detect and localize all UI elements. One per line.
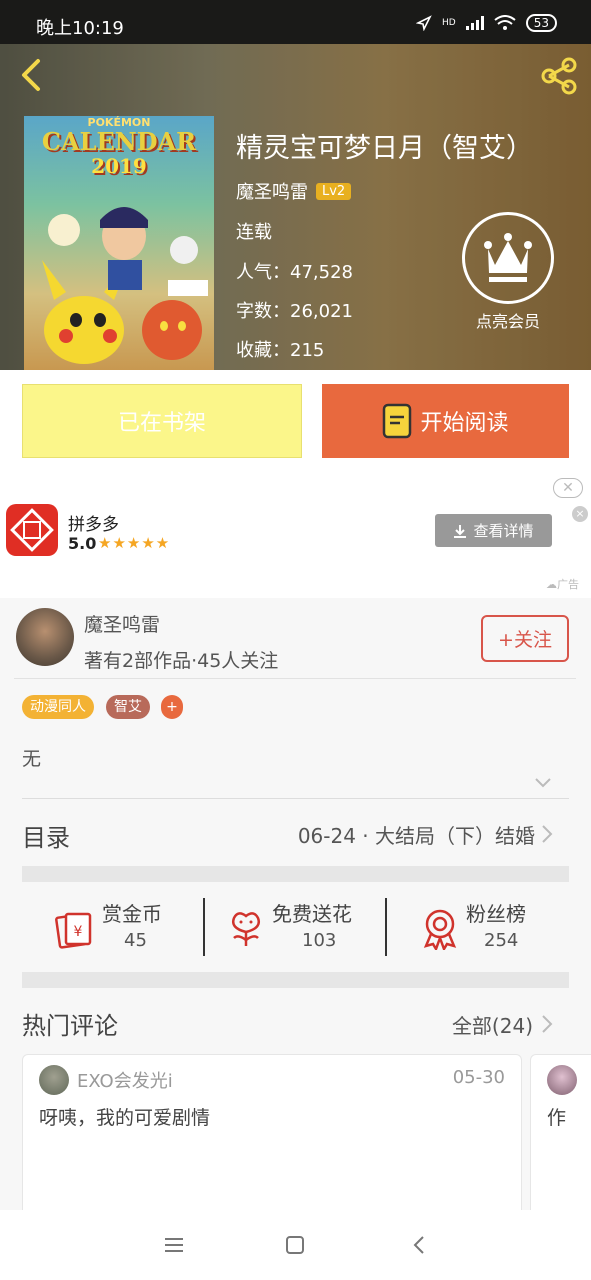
book-popularity: 人气：47,528 [236, 262, 353, 283]
home-square-icon[interactable] [286, 1236, 304, 1254]
download-icon [454, 524, 467, 538]
action-bar: 已在书架 开始阅读 [0, 370, 591, 472]
comment-card[interactable]: 作 [530, 1054, 591, 1224]
follow-button[interactable]: +关注 [481, 615, 569, 662]
stat-value: 45 [124, 930, 147, 951]
ad-tag: ☁广告 [546, 578, 579, 591]
location-icon [416, 15, 432, 31]
divider [14, 678, 576, 679]
book-details: 魔圣鸣雷 著有2部作品·45人关注 +关注 动漫同人 智艾 + 无 目录 06-… [0, 598, 591, 1224]
book-icon [383, 403, 412, 439]
ad-view-details-button[interactable]: 查看详情 [435, 514, 552, 547]
comment-user-avatar[interactable] [39, 1065, 69, 1095]
book-description: 无 [22, 748, 42, 770]
medal-icon [423, 909, 457, 950]
stat-value: 254 [484, 930, 519, 951]
stat-free-flowers[interactable]: 免费送花 103 [228, 898, 378, 956]
tag-ash-serena[interactable]: 智艾 [106, 695, 150, 719]
add-tag-button[interactable]: + [161, 695, 183, 719]
flower-icon [232, 912, 260, 946]
book-cover[interactable]: POKÉMON CALENDAR 2019 [24, 116, 214, 370]
author-block-meta: 著有2部作品·45人关注 [84, 650, 279, 672]
cover-year: 2019 [91, 154, 147, 178]
ad-app-name: 拼多多 [68, 515, 119, 535]
battery-indicator: 53 [525, 14, 557, 32]
stat-divider [203, 898, 205, 956]
pinduoduo-logo-icon [6, 504, 58, 556]
ad-rating: 5.0 [68, 534, 97, 553]
stat-label: 粉丝榜 [466, 902, 526, 926]
book-favorites: 收藏：215 [236, 340, 325, 361]
vip-label[interactable]: 点亮会员 [448, 308, 568, 332]
comment-text: 呀咦，我的可爱剧情 [39, 1107, 211, 1129]
author-level-badge: Lv2 [316, 182, 352, 200]
signal-icon [465, 16, 484, 30]
stat-value: 103 [302, 930, 337, 951]
wifi-icon [494, 15, 516, 30]
ad-close-icon[interactable]: ✕ [553, 478, 583, 498]
on-shelf-label: 已在书架 [117, 411, 206, 436]
author-name[interactable]: 魔圣鸣雷 [236, 178, 308, 204]
toc-latest-chapter[interactable]: 06-24 · 大结局（下）结婚 [298, 820, 535, 849]
system-nav-bar [0, 1210, 591, 1280]
ad-dismiss-icon[interactable]: × [572, 506, 588, 522]
vip-button[interactable] [462, 212, 554, 304]
tag-anime-fanfic[interactable]: 动漫同人 [22, 695, 94, 719]
menu-icon[interactable] [164, 1237, 184, 1253]
stat-reward-coins[interactable]: ¥ 赏金币 45 [54, 898, 194, 956]
status-time: 晚上10:19 [36, 18, 124, 39]
book-title: 精灵宝可梦日月（智艾） [236, 133, 533, 164]
chevron-down-icon[interactable] [534, 776, 552, 790]
author-avatar[interactable] [16, 608, 74, 666]
status-bar: 晚上10:19 HD 53 [0, 0, 591, 44]
book-status: 连载 [236, 222, 272, 243]
divider [22, 798, 569, 799]
comment-card[interactable]: EXO会发光i 05-30 呀咦，我的可爱剧情 [22, 1054, 522, 1224]
all-comments-link[interactable]: 全部(24) [452, 1010, 533, 1039]
share-icon[interactable] [539, 56, 579, 96]
comment-date: 05-30 [452, 1067, 505, 1088]
nav-back-icon[interactable] [413, 1235, 425, 1255]
start-reading-button[interactable]: 开始阅读 [322, 384, 569, 458]
stat-divider [385, 898, 387, 956]
toc-label[interactable]: 目录 [22, 818, 70, 853]
cover-title: CALENDAR [41, 127, 197, 156]
chevron-right-icon[interactable] [541, 1014, 553, 1034]
author-row[interactable]: 魔圣鸣雷 Lv2 [236, 178, 352, 204]
hot-comments-title: 热门评论 [22, 1012, 118, 1040]
crown-icon [484, 233, 532, 282]
on-shelf-button[interactable]: 已在书架 [22, 384, 302, 458]
stat-fan-ranking[interactable]: 粉丝榜 254 [422, 898, 562, 956]
section-separator [22, 972, 569, 988]
comment-user-avatar[interactable] [547, 1065, 577, 1095]
stat-label: 免费送花 [272, 902, 352, 926]
ad-stars: ★★★★★ [98, 534, 171, 552]
chevron-right-icon[interactable] [541, 824, 553, 844]
network-label: HD [442, 18, 456, 28]
ad-banner[interactable]: ✕ 拼多多 5.0 ★★★★★ 查看详情 × ☁广告 [0, 472, 591, 598]
author-block-name[interactable]: 魔圣鸣雷 [84, 610, 160, 637]
svg-text:¥: ¥ [74, 924, 83, 940]
book-word-count: 字数：26,021 [236, 301, 353, 322]
section-separator [22, 866, 569, 882]
stat-label: 赏金币 [102, 902, 162, 926]
comment-text: 作 [547, 1107, 567, 1129]
cover-artwork [42, 207, 208, 364]
start-reading-label: 开始阅读 [420, 411, 509, 436]
red-envelope-icon: ¥ [55, 912, 92, 949]
back-arrow-icon[interactable] [18, 58, 44, 92]
comment-username[interactable]: EXO会发光i [77, 1067, 173, 1093]
ad-button-label: 查看详情 [473, 522, 534, 540]
status-icons: HD 53 [416, 14, 557, 32]
